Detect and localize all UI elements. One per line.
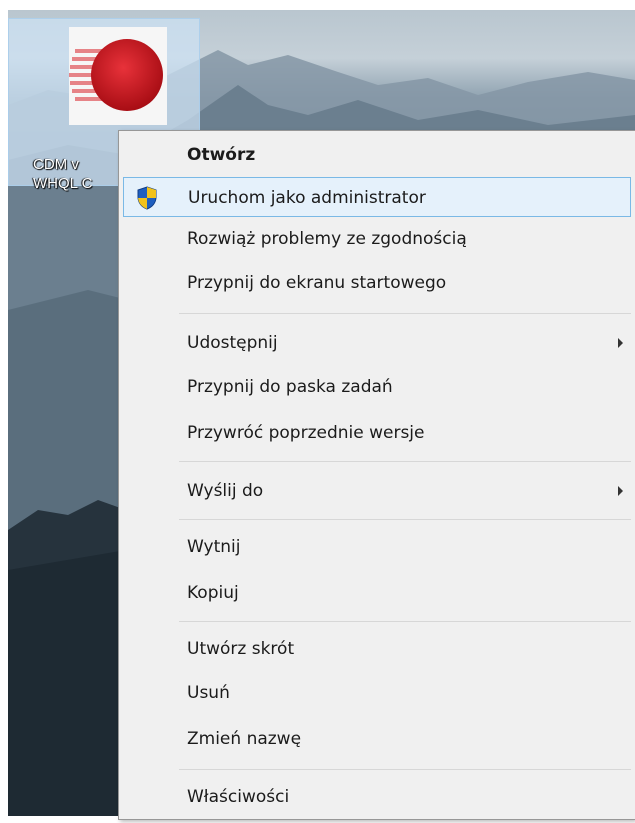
- menu-item-rename[interactable]: Zmień nazwę: [123, 719, 631, 759]
- menu-separator: [179, 769, 631, 770]
- menu-separator: [179, 461, 631, 462]
- menu-item-create-shortcut[interactable]: Utwórz skrót: [123, 629, 631, 669]
- menu-item-label: Usuń: [187, 683, 230, 703]
- menu-item-cut[interactable]: Wytnij: [123, 527, 631, 567]
- menu-item-copy[interactable]: Kopiuj: [123, 573, 631, 613]
- menu-item-label: Zmień nazwę: [187, 729, 302, 749]
- menu-item-run-as-administrator[interactable]: Uruchom jako administrator: [123, 177, 631, 217]
- menu-item-pin-to-taskbar[interactable]: Przypnij do paska zadań: [123, 367, 631, 407]
- red-sphere-logo-icon: [69, 27, 167, 125]
- menu-separator: [179, 621, 631, 622]
- menu-item-label: Udostępnij: [187, 333, 278, 353]
- menu-item-share[interactable]: Udostępnij: [123, 323, 631, 363]
- menu-item-pin-to-start[interactable]: Przypnij do ekranu startowego: [123, 263, 631, 303]
- menu-item-label: Utwórz skrót: [187, 639, 295, 659]
- uac-shield-icon: [136, 186, 158, 210]
- menu-item-label: Właściwości: [187, 787, 290, 807]
- menu-separator: [179, 313, 631, 314]
- menu-item-delete[interactable]: Usuń: [123, 673, 631, 713]
- menu-item-open[interactable]: Otwórz: [123, 135, 631, 175]
- menu-item-properties[interactable]: Właściwości: [123, 777, 631, 817]
- menu-item-label: Kopiuj: [187, 583, 239, 603]
- menu-item-label: Wyślij do: [187, 481, 264, 501]
- menu-separator: [179, 519, 631, 520]
- menu-item-label: Wytnij: [187, 537, 241, 557]
- menu-item-label: Przypnij do paska zadań: [187, 377, 393, 397]
- menu-item-label: Rozwiąż problemy ze zgodnością: [187, 229, 467, 249]
- submenu-arrow-icon: [618, 338, 623, 348]
- menu-item-label: Uruchom jako administrator: [188, 188, 426, 208]
- menu-item-restore-previous-versions[interactable]: Przywróć poprzednie wersje: [123, 413, 631, 453]
- menu-item-send-to[interactable]: Wyślij do: [123, 471, 631, 511]
- desktop-screen: CDM v WHQL C Otwórz Uruchom jako adminis…: [0, 0, 635, 823]
- submenu-arrow-icon: [618, 486, 623, 496]
- context-menu: Otwórz Uruchom jako administrator Rozwią…: [118, 130, 635, 820]
- menu-item-label: Przywróć poprzednie wersje: [187, 423, 425, 443]
- menu-item-label: Otwórz: [187, 145, 256, 165]
- menu-item-label: Przypnij do ekranu startowego: [187, 273, 447, 293]
- menu-item-troubleshoot-compatibility[interactable]: Rozwiąż problemy ze zgodnością: [123, 219, 631, 259]
